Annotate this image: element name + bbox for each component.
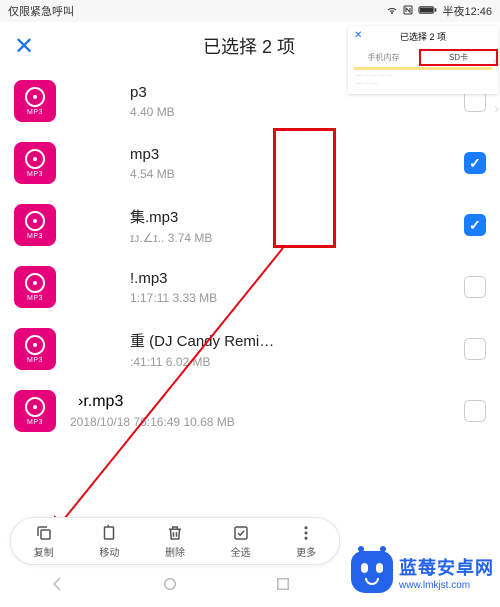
checkbox[interactable]: [464, 152, 486, 174]
mp3-icon: MP3: [14, 266, 56, 308]
brand-name: 蓝莓安卓网: [399, 554, 494, 580]
watermark: 蓝莓安卓网 www.lmkjst.com: [351, 551, 494, 593]
file-meta: 4.54 MB: [130, 167, 464, 181]
nfc-icon: [402, 4, 414, 19]
list-item[interactable]: MP3 重 (DJ Candy Remix).m… :41:11 6.02 MB: [0, 318, 500, 380]
chevron-right-icon[interactable]: ›: [494, 100, 499, 116]
mp3-icon: MP3: [14, 328, 56, 370]
file-meta: :41:11 6.02 MB: [130, 355, 464, 369]
chevron-right-icon: ›: [493, 56, 496, 67]
action-label: 删除: [165, 544, 185, 559]
mp3-icon: MP3: [14, 390, 56, 432]
checkbox[interactable]: [464, 338, 486, 360]
action-label: 复制: [34, 544, 54, 559]
list-item[interactable]: MP3 集.mp3 ɪᴊ.∠ɪ.. 3.74 MB: [0, 194, 500, 256]
status-bar: 仅限紧急呼叫 半夜12:46: [0, 0, 500, 22]
checkbox[interactable]: [464, 276, 486, 298]
wifi-icon: [386, 4, 398, 19]
move-button[interactable]: 移动: [99, 524, 119, 559]
android-nav-bar: [0, 570, 340, 602]
inset-tab-phone: 手机内存: [348, 52, 419, 63]
checkbox[interactable]: [464, 400, 486, 422]
nav-recents-icon[interactable]: [274, 575, 292, 598]
mp3-icon: MP3: [14, 142, 56, 184]
checkbox[interactable]: [464, 214, 486, 236]
brand-url: www.lmkjst.com: [399, 580, 494, 591]
file-name: p3: [130, 84, 280, 101]
list-item[interactable]: MP3 !.mp3 1:17:11 3.33 MB: [0, 256, 500, 318]
brand-logo-icon: [351, 551, 393, 593]
file-name: mp3: [130, 146, 280, 163]
battery-icon: [418, 4, 438, 19]
inset-tab-sd: SD卡: [419, 49, 498, 66]
file-name: 重 (DJ Candy Remix).m…: [130, 330, 280, 351]
file-name: 集.mp3: [130, 206, 280, 227]
action-label: 移动: [99, 544, 119, 559]
file-list: MP3 p3 4.40 MB MP3 mp3 4.54 MB MP3 集.mp3…: [0, 70, 500, 442]
mp3-icon: MP3: [14, 80, 56, 122]
nav-back-icon[interactable]: [48, 575, 66, 598]
select-all-button[interactable]: 全选: [231, 524, 251, 559]
carrier-text: 仅限紧急呼叫: [8, 3, 74, 19]
action-label: 更多: [296, 544, 316, 559]
file-name: !.mp3: [130, 270, 280, 287]
file-name: ›r.mp3: [78, 393, 464, 411]
file-meta: 2018/10/18 76:16:49 10.68 MB: [70, 415, 464, 429]
file-meta: 4.40 MB: [130, 105, 464, 119]
inset-title: 已选择 2 项: [348, 26, 498, 47]
nav-home-icon[interactable]: [161, 575, 179, 598]
clock-text: 半夜12:46: [442, 3, 492, 19]
mp3-icon: MP3: [14, 204, 56, 246]
bottom-action-bar: 复制 移动 删除 全选 更多: [10, 517, 340, 565]
file-meta: 1:17:11 3.33 MB: [130, 291, 464, 305]
delete-button[interactable]: 删除: [165, 524, 185, 559]
file-meta: ɪᴊ.∠ɪ.. 3.74 MB: [130, 231, 464, 245]
copy-button[interactable]: 复制: [34, 524, 54, 559]
inset-thumbnail: ✕ 已选择 2 项 手机内存 SD卡 › — — — — —— — —: [348, 26, 498, 94]
close-icon: ✕: [354, 30, 362, 41]
action-label: 全选: [231, 544, 251, 559]
list-item[interactable]: MP3 ›r.mp3 2018/10/18 76:16:49 10.68 MB: [0, 380, 500, 442]
more-button[interactable]: 更多: [296, 524, 316, 559]
list-item[interactable]: MP3 mp3 4.54 MB: [0, 132, 500, 194]
